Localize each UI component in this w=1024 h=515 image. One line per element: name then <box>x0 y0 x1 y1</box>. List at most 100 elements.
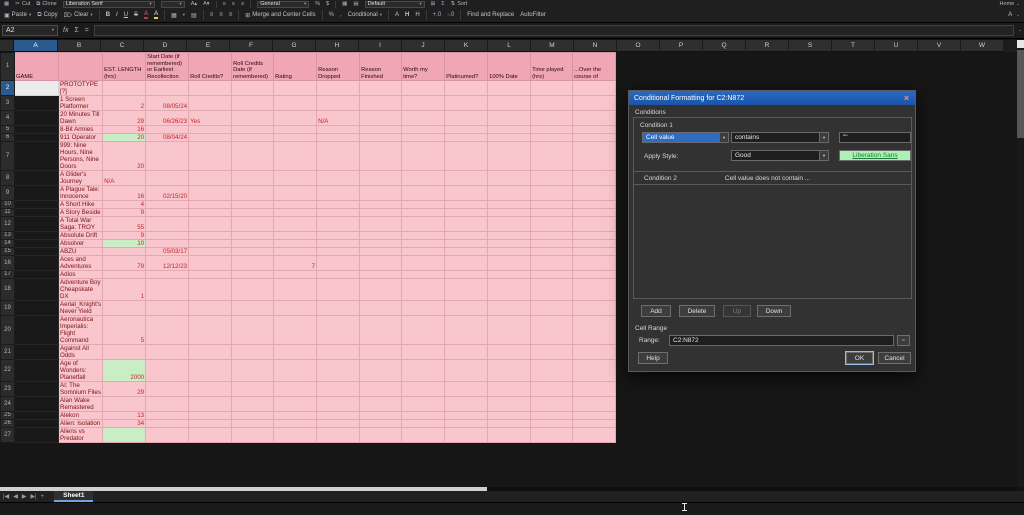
cell-I13[interactable] <box>359 231 403 240</box>
cell-I11[interactable] <box>359 208 403 217</box>
cell-J2[interactable] <box>401 80 446 96</box>
cell-K6[interactable] <box>444 133 489 142</box>
align-center-icon[interactable]: ≡ <box>219 12 223 18</box>
cell-F13[interactable] <box>231 231 275 240</box>
cell-N26[interactable] <box>572 419 617 428</box>
font-settings-icon[interactable]: A <box>1008 12 1012 18</box>
cell-E13[interactable] <box>188 231 233 240</box>
cell-H13[interactable] <box>316 231 361 240</box>
cell-I23[interactable] <box>359 381 403 397</box>
paste-button[interactable]: ▣ Paste ▾ <box>4 12 31 19</box>
column-header-E[interactable]: E <box>187 40 230 52</box>
cell-L20[interactable] <box>487 315 532 345</box>
row-header-20[interactable]: 20 <box>0 315 15 345</box>
cell-H5[interactable] <box>316 125 361 134</box>
cell-A4[interactable] <box>14 110 59 126</box>
condition-value-input[interactable]: "" <box>839 132 911 143</box>
cell-F23[interactable] <box>231 381 275 397</box>
column-header-S[interactable]: S <box>789 40 832 52</box>
cell-I9[interactable] <box>359 185 403 201</box>
column-header-N[interactable]: N <box>574 40 617 52</box>
header-cell-A1[interactable]: GAME <box>14 52 59 81</box>
cell-L24[interactable] <box>487 396 532 412</box>
cell-K22[interactable] <box>444 359 489 382</box>
header-cell-I1[interactable]: Reason Finished <box>359 52 403 81</box>
cell-D2[interactable] <box>145 80 190 96</box>
cell-J12[interactable] <box>401 216 446 232</box>
cell-L26[interactable] <box>487 419 532 428</box>
copy-button[interactable]: ⧉ Copy <box>37 12 57 19</box>
cell-E6[interactable] <box>188 133 233 142</box>
cell-M26[interactable] <box>530 419 574 428</box>
cell-M8[interactable] <box>530 170 574 186</box>
cell-N3[interactable] <box>572 95 617 111</box>
cell-B12[interactable]: A Total War Saga: TROY <box>57 216 104 232</box>
cell-I7[interactable] <box>359 141 403 171</box>
cell-H20[interactable] <box>316 315 361 345</box>
cell-B7[interactable]: 999: Nine Hours, Nine Persons, Nine Door… <box>57 141 104 171</box>
cell-D13[interactable] <box>145 231 190 240</box>
cell-J25[interactable] <box>401 411 446 420</box>
borders-icon[interactable]: ▦ <box>171 12 177 19</box>
cell-B25[interactable]: Alekon <box>57 411 104 420</box>
cell-B16[interactable]: Aces and Adventures <box>57 255 104 271</box>
cell-D18[interactable] <box>145 278 190 301</box>
cell-E23[interactable] <box>188 381 233 397</box>
row-header-18[interactable]: 18 <box>0 278 15 301</box>
cell-A13[interactable] <box>14 231 59 240</box>
cell-style-combo[interactable]: Default ▾ <box>364 0 425 8</box>
cell-L9[interactable] <box>487 185 532 201</box>
name-box[interactable]: A2 ▾ <box>2 25 58 36</box>
down-button[interactable]: Down <box>757 305 791 317</box>
cell-A16[interactable] <box>14 255 59 271</box>
cell-N6[interactable] <box>572 133 617 142</box>
shrink-font-icon[interactable]: A▾ <box>203 1 209 7</box>
cell-N19[interactable] <box>572 300 617 316</box>
cell-D6[interactable]: 08/04/24 <box>145 133 190 142</box>
row-header-26[interactable]: 26 <box>0 419 15 428</box>
formula-input[interactable] <box>93 25 1015 36</box>
delete-button[interactable]: Delete <box>679 305 715 317</box>
cell-H21[interactable] <box>316 344 361 360</box>
cell-M14[interactable] <box>530 239 574 248</box>
cell-B18[interactable]: Adventure Boy Cheapskate DX <box>57 278 104 301</box>
cell-G19[interactable] <box>273 300 318 316</box>
last-sheet-icon[interactable]: ▶| <box>30 493 36 500</box>
condition-operator-select[interactable]: contains ▾ <box>731 132 829 143</box>
cell-B10[interactable]: A Short Hike <box>57 200 104 209</box>
cell-A6[interactable] <box>14 133 59 142</box>
cell-H22[interactable] <box>316 359 361 382</box>
cell-A24[interactable] <box>14 396 59 412</box>
cell-D22[interactable] <box>145 359 190 382</box>
cell-L18[interactable] <box>487 278 532 301</box>
cell-J16[interactable] <box>401 255 446 271</box>
row-header-14[interactable]: 14 <box>0 239 15 248</box>
range-input[interactable]: C2:N872 <box>669 335 894 346</box>
close-icon[interactable]: × <box>901 93 912 103</box>
cell-G12[interactable] <box>273 216 318 232</box>
column-header-R[interactable]: R <box>746 40 789 52</box>
cell-G17[interactable] <box>273 270 318 279</box>
cell-G21[interactable] <box>273 344 318 360</box>
cell-L27[interactable] <box>487 427 532 443</box>
cell-B27[interactable]: Aliens vs Predator <box>57 427 104 443</box>
align-right-icon[interactable]: ≡ <box>241 1 244 7</box>
underline-icon[interactable]: U <box>124 12 128 18</box>
cell-N23[interactable] <box>572 381 617 397</box>
table-icon[interactable]: ▦ <box>4 1 9 7</box>
cell-J11[interactable] <box>401 208 446 217</box>
cell-N13[interactable] <box>572 231 617 240</box>
cell-I3[interactable] <box>359 95 403 111</box>
cell-I22[interactable] <box>359 359 403 382</box>
align-left-icon[interactable]: ≡ <box>223 1 226 7</box>
cell-L8[interactable] <box>487 170 532 186</box>
cell-M27[interactable] <box>530 427 574 443</box>
cell-J14[interactable] <box>401 239 446 248</box>
add-decimal-icon[interactable]: +.0 <box>433 12 442 18</box>
cell-L4[interactable] <box>487 110 532 126</box>
cell-L19[interactable] <box>487 300 532 316</box>
autofilter-button[interactable]: AutoFilter <box>520 12 546 18</box>
cell-F5[interactable] <box>231 125 275 134</box>
cell-J13[interactable] <box>401 231 446 240</box>
style-default-icon[interactable]: A <box>395 12 399 18</box>
